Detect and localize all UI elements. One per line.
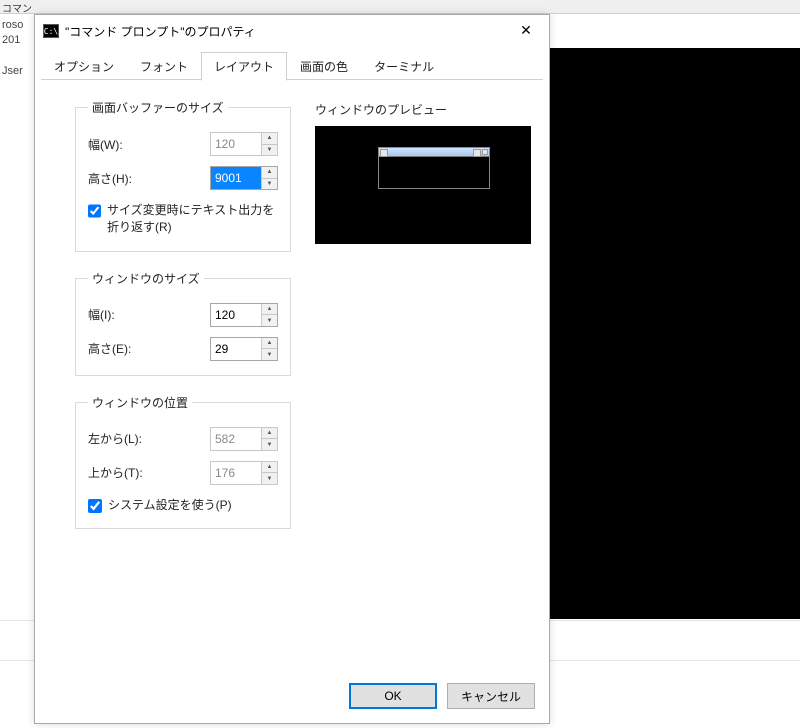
tab-terminal[interactable]: ターミナル <box>361 52 447 81</box>
buffer-height-spinner[interactable]: ▲ ▼ <box>210 166 278 190</box>
spinner-up-icon[interactable]: ▲ <box>262 167 277 179</box>
spinner-down-icon[interactable]: ▼ <box>262 349 277 360</box>
background-cmd-window <box>550 48 800 619</box>
spinner-down-icon[interactable]: ▼ <box>262 179 277 190</box>
buffer-width-spinner[interactable]: ▲ ▼ <box>210 132 278 156</box>
window-width-label: 幅(I): <box>88 306 115 323</box>
spinner-up-icon[interactable]: ▲ <box>262 133 277 145</box>
tab-font[interactable]: フォント <box>127 52 201 81</box>
tab-colors[interactable]: 画面の色 <box>287 52 361 81</box>
spinner-up-icon[interactable]: ▲ <box>262 338 277 350</box>
buffer-height-input[interactable] <box>211 167 261 189</box>
window-size-group: ウィンドウのサイズ 幅(I): ▲ ▼ 高さ(E): <box>75 270 291 376</box>
wrap-checkbox[interactable] <box>88 204 101 218</box>
spinner-down-icon[interactable]: ▼ <box>262 315 277 326</box>
window-height-spinner[interactable]: ▲ ▼ <box>210 337 278 361</box>
background-titlebar: コマン <box>0 0 800 14</box>
tab-underline <box>41 79 543 80</box>
window-left-label: 左から(L): <box>88 430 142 447</box>
ok-button[interactable]: OK <box>349 683 437 709</box>
window-top-spinner[interactable]: ▲ ▼ <box>210 461 278 485</box>
tab-options[interactable]: オプション <box>41 52 127 81</box>
window-left-spinner[interactable]: ▲ ▼ <box>210 427 278 451</box>
window-size-legend: ウィンドウのサイズ <box>88 270 204 287</box>
tab-strip: オプション フォント レイアウト 画面の色 ターミナル <box>35 47 549 80</box>
bg-text: 201 <box>2 34 20 46</box>
dialog-titlebar: C:\ "コマンド プロンプト"のプロパティ ✕ <box>35 15 549 47</box>
spinner-up-icon[interactable]: ▲ <box>262 304 277 316</box>
window-position-group: ウィンドウの位置 左から(L): ▲ ▼ 上から(T): <box>75 394 291 529</box>
buffer-size-group: 画面バッファーのサイズ 幅(W): ▲ ▼ 高さ(H): <box>75 99 291 252</box>
window-height-label: 高さ(E): <box>88 340 131 357</box>
window-width-input[interactable] <box>211 304 261 326</box>
window-preview <box>315 126 531 244</box>
tab-layout[interactable]: レイアウト <box>201 52 287 81</box>
buffer-width-label: 幅(W): <box>88 136 123 153</box>
preview-titlebar-icon <box>379 148 489 157</box>
properties-dialog: C:\ "コマンド プロンプト"のプロパティ ✕ オプション フォント レイアウ… <box>34 14 550 724</box>
window-width-spinner[interactable]: ▲ ▼ <box>210 303 278 327</box>
dialog-button-row: OK キャンセル <box>35 669 549 723</box>
window-position-legend: ウィンドウの位置 <box>88 394 192 411</box>
bg-text: roso <box>2 19 23 31</box>
spinner-up-icon[interactable]: ▲ <box>262 428 277 440</box>
dialog-title: "コマンド プロンプト"のプロパティ <box>65 23 256 40</box>
buffer-height-label: 高さ(H): <box>88 170 132 187</box>
preview-window-icon <box>378 147 490 189</box>
dialog-content: 画面バッファーのサイズ 幅(W): ▲ ▼ 高さ(H): <box>35 81 549 669</box>
window-height-input[interactable] <box>211 338 261 360</box>
left-column: 画面バッファーのサイズ 幅(W): ▲ ▼ 高さ(H): <box>75 99 291 669</box>
spinner-down-icon[interactable]: ▼ <box>262 473 277 484</box>
window-top-input[interactable] <box>211 462 261 484</box>
bg-text: Jser <box>2 65 23 77</box>
buffer-size-legend: 画面バッファーのサイズ <box>88 99 228 116</box>
right-column: ウィンドウのプレビュー <box>315 99 531 669</box>
spinner-down-icon[interactable]: ▼ <box>262 439 277 450</box>
close-button[interactable]: ✕ <box>503 15 549 45</box>
buffer-width-input[interactable] <box>211 133 261 155</box>
background-left-strip: roso 201 Jser <box>0 14 34 620</box>
wrap-label: サイズ変更時にテキスト出力を折り返す(R) <box>107 202 278 237</box>
window-left-input[interactable] <box>211 428 261 450</box>
window-top-label: 上から(T): <box>88 464 143 481</box>
use-system-label: システム設定を使う(P) <box>108 497 232 514</box>
cancel-button[interactable]: キャンセル <box>447 683 535 709</box>
cmd-icon: C:\ <box>43 24 59 38</box>
spinner-up-icon[interactable]: ▲ <box>262 462 277 474</box>
use-system-checkbox[interactable] <box>88 499 102 513</box>
preview-button-icon <box>482 149 488 155</box>
spinner-down-icon[interactable]: ▼ <box>262 145 277 156</box>
preview-title: ウィンドウのプレビュー <box>315 101 531 118</box>
